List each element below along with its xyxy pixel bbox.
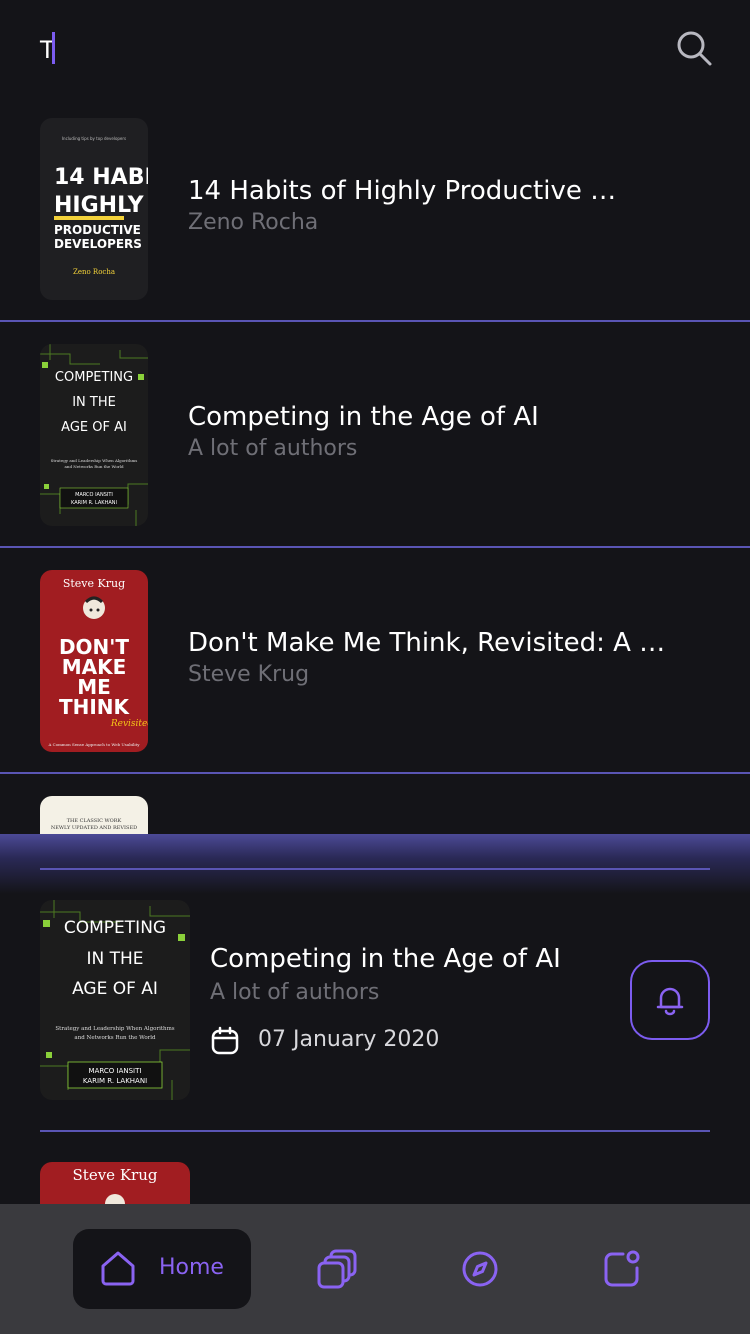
list-item[interactable]: Steve Krug DON'T MAKE ME THINK Revisited… [0, 548, 750, 774]
svg-text:NEWLY UPDATED AND REVISED: NEWLY UPDATED AND REVISED [51, 825, 137, 831]
book-cover: THE CLASSIC WORK NEWLY UPDATED AND REVIS… [40, 796, 148, 834]
compass-icon[interactable] [459, 1248, 501, 1290]
svg-text:IN THE: IN THE [72, 395, 116, 410]
svg-text:Including tips by top develope: Including tips by top developers [62, 136, 126, 141]
svg-text:MARCO IANSITI: MARCO IANSITI [89, 1067, 142, 1075]
list-item[interactable]: COMPETING IN THE AGE OF AI Strategy and … [0, 322, 750, 548]
release-date: 07 January 2020 [258, 1027, 440, 1052]
divider [40, 868, 710, 870]
svg-text:Strategy and Leadership When A: Strategy and Leadership When Algorithms [51, 458, 138, 463]
svg-text:AGE OF AI: AGE OF AI [61, 420, 127, 435]
book-cover: Including tips by top developers 14 HABI… [40, 118, 148, 300]
library-icon[interactable] [317, 1248, 359, 1290]
list-item[interactable]: Including tips by top developers 14 HABI… [0, 96, 750, 322]
now-playing-title: Competing in the Age of AI [210, 944, 561, 974]
svg-text:THE CLASSIC WORK: THE CLASSIC WORK [67, 818, 122, 824]
search-icon [677, 31, 712, 66]
book-title: Competing in the Age of AI [188, 402, 539, 432]
svg-text:A Common Sense Approach to Web: A Common Sense Approach to Web Usability [48, 742, 141, 747]
now-playing-author: A lot of authors [210, 980, 380, 1005]
book-author: Zeno Rocha [188, 210, 319, 235]
nav-home-label: Home [159, 1255, 224, 1280]
text-caret [52, 32, 55, 64]
svg-text:AGE OF AI: AGE OF AI [72, 979, 158, 999]
nav-home-button[interactable]: Home [73, 1229, 251, 1309]
book-cover: COMPETING IN THE AGE OF AI Strategy and … [40, 344, 148, 526]
svg-text:PRODUCTIVE: PRODUCTIVE [54, 223, 141, 237]
now-playing-cover[interactable]: COMPETING IN THE AGE OF AI Strategy and … [40, 900, 190, 1100]
book-author: A lot of authors [188, 436, 358, 461]
bell-icon [656, 987, 684, 1016]
svg-text:and Networks Run the World: and Networks Run the World [64, 464, 123, 469]
svg-text:HIGHLY: HIGHLY [54, 193, 145, 218]
svg-text:COMPETING: COMPETING [55, 370, 133, 385]
svg-text:KARIM R. LAKHANI: KARIM R. LAKHANI [71, 500, 117, 506]
results-list: Including tips by top developers 14 HABI… [0, 96, 750, 834]
notifications-icon[interactable] [601, 1248, 643, 1290]
search-button[interactable] [674, 28, 714, 68]
svg-text:Revisited: Revisited [110, 719, 148, 729]
svg-text:THINK: THINK [59, 695, 131, 719]
svg-text:IN THE: IN THE [86, 949, 143, 969]
divider [40, 1130, 710, 1132]
cover-text: 14 HABITS [54, 165, 148, 190]
svg-text:and Networks Run the World: and Networks Run the World [74, 1035, 156, 1041]
svg-text:Zeno Rocha: Zeno Rocha [73, 268, 115, 276]
svg-text:Strategy and Leadership When A: Strategy and Leadership When Algorithms [55, 1026, 174, 1032]
book-cover: Steve Krug DON'T MAKE ME THINK Revisited… [40, 570, 148, 752]
panel-shadow [0, 834, 750, 894]
book-title: Don't Make Me Think, Revisited: A … [188, 628, 666, 658]
home-icon [101, 1251, 135, 1286]
top-bar: T [0, 0, 750, 100]
svg-text:Steve Krug: Steve Krug [63, 577, 125, 590]
book-author: Steve Krug [188, 662, 310, 687]
list-item[interactable]: THE CLASSIC WORK NEWLY UPDATED AND REVIS… [0, 774, 750, 834]
calendar-icon [211, 1026, 239, 1055]
svg-text:DEVELOPERS: DEVELOPERS [54, 237, 142, 251]
bottom-nav: Home [0, 1204, 750, 1334]
notify-button[interactable] [630, 960, 710, 1040]
svg-text:MARCO IANSITI: MARCO IANSITI [75, 492, 113, 498]
book-title: 14 Habits of Highly Productive … [188, 176, 617, 206]
svg-text:Steve Krug: Steve Krug [73, 1166, 158, 1184]
now-playing-panel: COMPETING IN THE AGE OF AI Strategy and … [0, 834, 750, 1222]
svg-text:COMPETING: COMPETING [64, 918, 166, 938]
svg-text:KARIM R. LAKHANI: KARIM R. LAKHANI [83, 1077, 147, 1085]
